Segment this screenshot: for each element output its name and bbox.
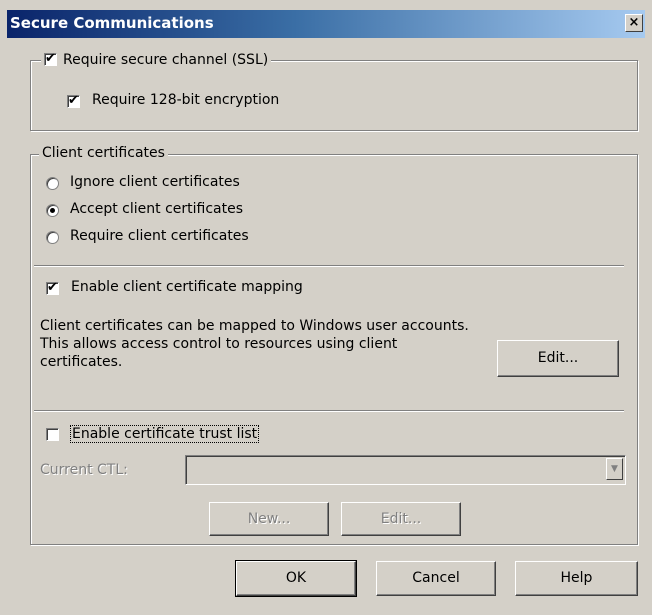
- close-button[interactable]: ×: [625, 14, 643, 32]
- radio-accept[interactable]: [46, 204, 59, 217]
- radio-ignore[interactable]: [46, 177, 59, 190]
- secure-communications-dialog: Secure Communications × ✔ Require secure…: [0, 0, 652, 615]
- current-ctl-dropdown[interactable]: ▼: [185, 455, 626, 485]
- check-icon: ✔: [47, 280, 58, 295]
- edit-ctl-button[interactable]: Edit...: [341, 502, 461, 536]
- enable-mapping-checkbox[interactable]: ✔: [46, 280, 59, 295]
- require-128-checkbox[interactable]: ✔: [67, 93, 80, 108]
- separator-2: [34, 410, 624, 412]
- separator-1: [34, 265, 624, 267]
- new-ctl-button[interactable]: New...: [209, 502, 329, 536]
- accept-certs-label[interactable]: Accept client certificates: [70, 201, 243, 217]
- require-ssl-label[interactable]: Require secure channel (SSL): [63, 52, 268, 68]
- check-icon: ✔: [45, 51, 56, 66]
- chevron-down-icon[interactable]: ▼: [606, 458, 623, 480]
- enable-mapping-label[interactable]: Enable client certificate mapping: [71, 279, 303, 295]
- mapping-description: Client certificates can be mapped to Win…: [40, 318, 469, 370]
- ssl-legend: ✔ Require secure channel (SSL): [41, 51, 272, 68]
- require-ssl-checkbox[interactable]: ✔: [44, 51, 57, 66]
- ignore-certs-label[interactable]: Ignore client certificates: [70, 174, 240, 190]
- require-certs-label[interactable]: Require client certificates: [70, 228, 249, 244]
- current-ctl-label: Current CTL:: [40, 462, 128, 478]
- cancel-button[interactable]: Cancel: [376, 561, 496, 596]
- window-title: Secure Communications: [10, 14, 214, 32]
- help-button[interactable]: Help: [515, 561, 638, 596]
- edit-mapping-button[interactable]: Edit...: [497, 340, 619, 377]
- enable-ctl-label[interactable]: Enable certificate trust list: [70, 425, 260, 443]
- client-certificates-legend: Client certificates: [39, 145, 168, 161]
- radio-selected-dot: [50, 208, 55, 213]
- radio-require[interactable]: [46, 231, 59, 244]
- check-icon: ✔: [68, 93, 79, 108]
- enable-ctl-checkbox[interactable]: [46, 428, 59, 441]
- require-128-label[interactable]: Require 128-bit encryption: [92, 92, 279, 108]
- title-bar[interactable]: Secure Communications ×: [7, 10, 645, 38]
- ok-button[interactable]: OK: [235, 560, 357, 597]
